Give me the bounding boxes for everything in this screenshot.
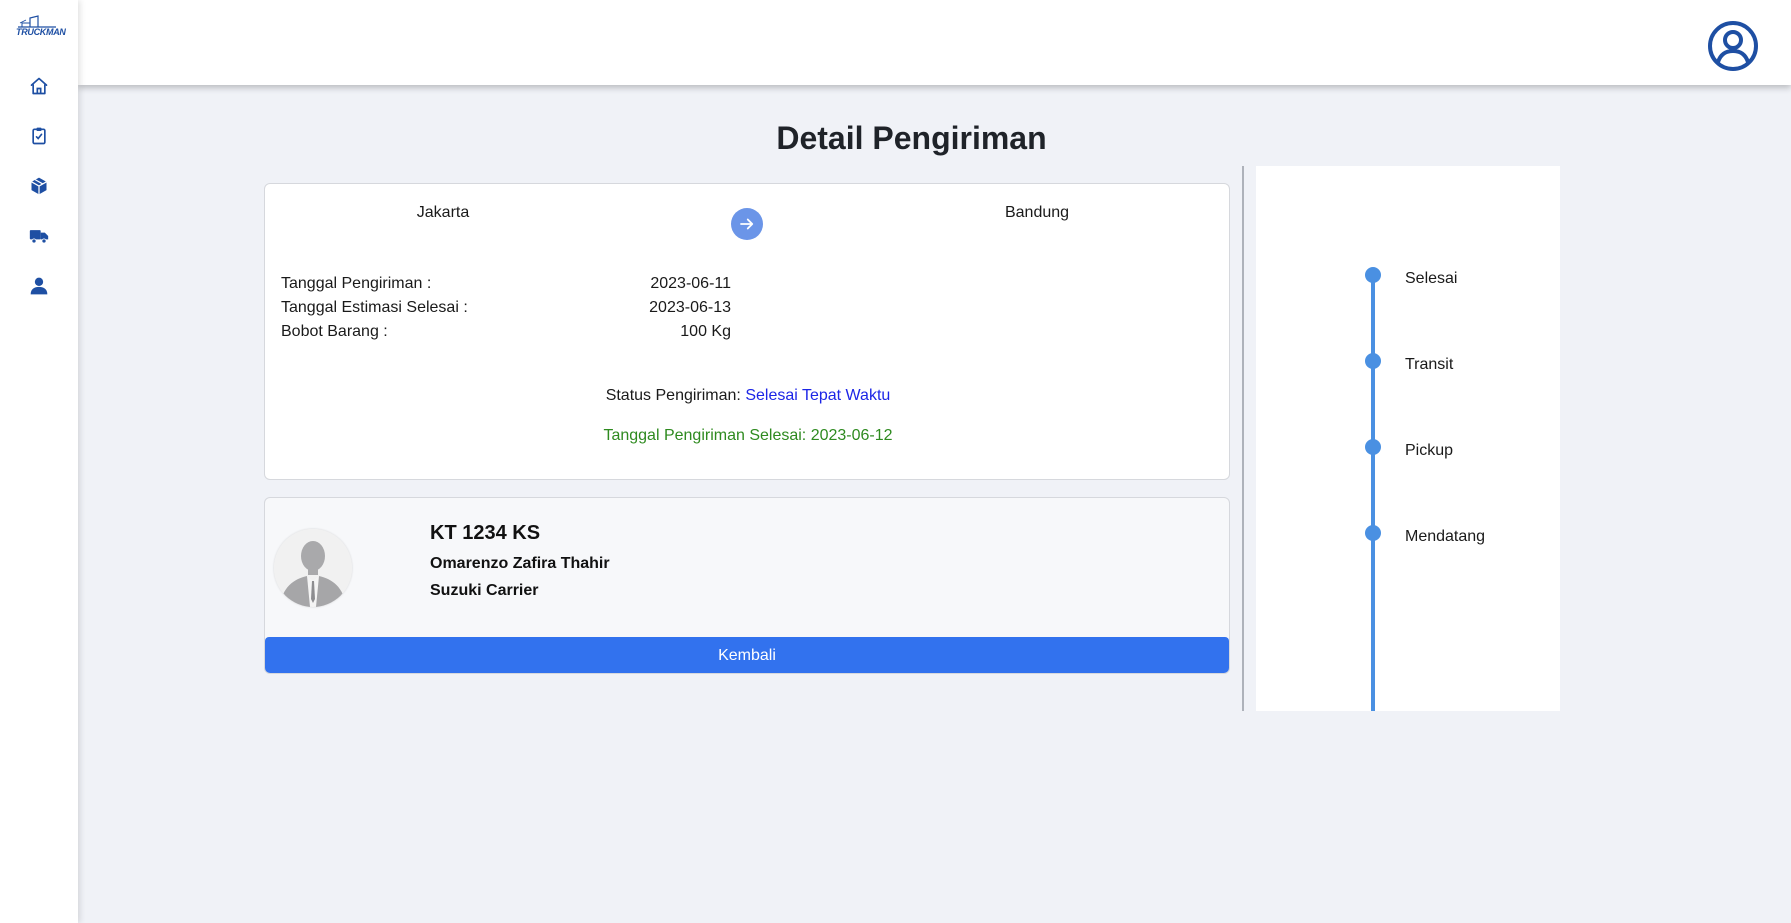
weight-row: Bobot Barang : 100 Kg (281, 323, 731, 345)
sidebar-item-packages[interactable] (25, 172, 53, 200)
clipboard-check-icon (32, 127, 46, 145)
sidebar-item-home[interactable] (25, 72, 53, 100)
vertical-divider (1242, 166, 1244, 711)
avatar (274, 529, 352, 607)
brand-name: TRUCKMAN (16, 27, 66, 37)
weight-value: 100 Kg (680, 323, 731, 340)
user-circle-icon (1708, 21, 1758, 71)
back-button[interactable]: Kembali (265, 637, 1229, 673)
origin-city: Jakarta (416, 204, 470, 221)
shipment-date-value: 2023-06-11 (650, 275, 731, 292)
truck-icon (29, 230, 49, 244)
status-timeline: Selesai Transit Pickup Mendatang (1256, 166, 1560, 711)
truckman-logo[interactable]: TRUCKMAN (16, 14, 72, 40)
route-arrow (731, 208, 763, 240)
timeline-dot (1365, 267, 1381, 283)
timeline-dot (1365, 525, 1381, 541)
arrow-right-icon (740, 218, 754, 230)
estimated-date-label: Tanggal Estimasi Selesai : (281, 299, 468, 316)
sidebar: TRUCKMAN (0, 0, 78, 923)
destination-city: Bandung (1004, 204, 1070, 221)
timeline-dot (1365, 353, 1381, 369)
user-icon (30, 277, 48, 295)
status-line: Status Pengiriman: Selesai Tepat Waktu (265, 387, 1231, 405)
timeline-dot (1365, 439, 1381, 455)
driver-avatar-icon (274, 529, 352, 607)
estimated-date-value: 2023-06-13 (649, 299, 731, 316)
home-icon (30, 77, 48, 95)
vehicle-model: Suzuki Carrier (430, 582, 539, 599)
top-header (78, 0, 1791, 85)
sidebar-item-tasks[interactable] (25, 122, 53, 150)
timeline-step-transit: Transit (1405, 356, 1454, 373)
status-value: Selesai Tepat Waktu (745, 387, 891, 404)
status-label: Status Pengiriman: (605, 387, 741, 404)
shipment-date-label: Tanggal Pengiriman : (281, 275, 432, 292)
driver-name: Omarenzo Zafira Thahir (430, 555, 610, 572)
timeline-step-selesai: Selesai (1405, 270, 1458, 287)
shipment-detail-card: Jakarta Bandung Tanggal Pengiriman : 202… (264, 183, 1230, 480)
sidebar-item-trucks[interactable] (25, 222, 53, 250)
estimated-date-row: Tanggal Estimasi Selesai : 2023-06-13 (281, 299, 731, 321)
finished-date: Tanggal Pengiriman Selesai: 2023-06-12 (603, 427, 893, 444)
truck-logo-icon (18, 15, 56, 28)
page-title: Detail Pengiriman (776, 120, 1047, 156)
sidebar-item-users[interactable] (25, 272, 53, 300)
weight-label: Bobot Barang : (281, 323, 388, 340)
timeline-line (1371, 275, 1375, 711)
vehicle-plate: KT 1234 KS (430, 522, 541, 544)
timeline-step-pickup: Pickup (1405, 442, 1454, 459)
profile-button[interactable] (1707, 20, 1759, 72)
timeline-step-mendatang: Mendatang (1405, 528, 1486, 545)
shipment-date-row: Tanggal Pengiriman : 2023-06-11 (281, 275, 731, 297)
driver-card: KT 1234 KS Omarenzo Zafira Thahir Suzuki… (264, 497, 1230, 674)
package-icon (31, 177, 47, 195)
